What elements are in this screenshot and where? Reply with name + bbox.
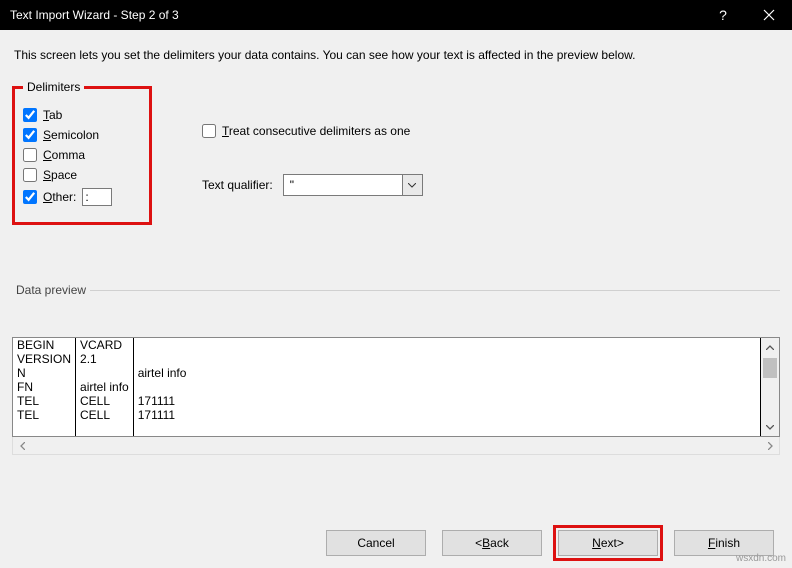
treat-consecutive-label: Treat consecutive delimiters as one xyxy=(222,124,410,138)
data-preview-legend: Data preview xyxy=(12,283,90,297)
other-input[interactable] xyxy=(82,188,112,206)
data-preview-grid: BEGIN VERSION N FN TEL TEL VCARD 2.1 air… xyxy=(13,338,761,436)
chevron-left-icon xyxy=(20,442,25,450)
space-label: Space xyxy=(43,168,77,182)
preview-col-3: airtel info 171111 171111 xyxy=(134,338,761,436)
comma-checkbox[interactable] xyxy=(23,148,37,162)
text-qualifier-dropdown-button[interactable] xyxy=(403,174,423,196)
chevron-up-icon xyxy=(766,345,774,350)
delimiters-group: Delimiters Tab Semicolon Comma Space Oth… xyxy=(12,80,152,225)
chevron-down-icon xyxy=(766,425,774,430)
titlebar-buttons: ? xyxy=(700,0,792,30)
tab-checkbox[interactable] xyxy=(23,108,37,122)
watermark: wsxdn.com xyxy=(736,553,786,564)
other-label: Other: xyxy=(43,190,76,204)
delimiters-legend: Delimiters xyxy=(23,80,84,94)
scroll-right-button[interactable] xyxy=(761,437,779,455)
vertical-scrollbar[interactable] xyxy=(761,338,779,436)
data-preview-group: Data preview BEGIN VERSION N FN TEL TEL … xyxy=(12,283,780,455)
text-qualifier-select[interactable]: " xyxy=(283,174,423,196)
scroll-thumb[interactable] xyxy=(763,358,777,378)
close-button[interactable] xyxy=(746,0,792,30)
preview-col-1: BEGIN VERSION N FN TEL TEL xyxy=(13,338,76,436)
titlebar: Text Import Wizard - Step 2 of 3 ? xyxy=(0,0,792,30)
text-qualifier-label: Text qualifier: xyxy=(202,178,273,192)
next-button[interactable]: Next > xyxy=(558,530,658,556)
dialog-body: This screen lets you set the delimiters … xyxy=(0,30,792,568)
comma-label: Comma xyxy=(43,148,85,162)
chevron-down-icon xyxy=(408,183,416,188)
comma-checkbox-row[interactable]: Comma xyxy=(23,148,139,162)
semicolon-checkbox-row[interactable]: Semicolon xyxy=(23,128,139,142)
semicolon-checkbox[interactable] xyxy=(23,128,37,142)
tab-label: Tab xyxy=(43,108,62,122)
scroll-down-button[interactable] xyxy=(761,418,779,436)
help-button[interactable]: ? xyxy=(700,0,746,30)
other-checkbox[interactable] xyxy=(23,190,37,204)
treat-consecutive-row[interactable]: Treat consecutive delimiters as one xyxy=(202,124,423,138)
scroll-up-button[interactable] xyxy=(761,338,779,356)
right-options: Treat consecutive delimiters as one Text… xyxy=(202,118,423,196)
text-qualifier-value[interactable]: " xyxy=(283,174,403,196)
preview-col-2: VCARD 2.1 airtel info CELL CELL xyxy=(76,338,134,436)
tab-checkbox-row[interactable]: Tab xyxy=(23,108,139,122)
space-checkbox-row[interactable]: Space xyxy=(23,168,139,182)
scroll-left-button[interactable] xyxy=(13,437,31,455)
other-checkbox-row[interactable]: Other: xyxy=(23,188,139,206)
intro-text: This screen lets you set the delimiters … xyxy=(14,48,780,62)
data-preview-box: BEGIN VERSION N FN TEL TEL VCARD 2.1 air… xyxy=(12,337,780,437)
back-button[interactable]: < Back xyxy=(442,530,542,556)
semicolon-label: Semicolon xyxy=(43,128,99,142)
chevron-right-icon xyxy=(768,442,773,450)
window-title: Text Import Wizard - Step 2 of 3 xyxy=(10,8,179,22)
text-qualifier-row: Text qualifier: " xyxy=(202,174,423,196)
horizontal-scrollbar[interactable] xyxy=(12,437,780,455)
cancel-button[interactable]: Cancel xyxy=(326,530,426,556)
close-icon xyxy=(763,9,775,21)
dialog-buttons: Cancel < Back Next > Finish xyxy=(326,530,774,556)
treat-consecutive-checkbox[interactable] xyxy=(202,124,216,138)
space-checkbox[interactable] xyxy=(23,168,37,182)
